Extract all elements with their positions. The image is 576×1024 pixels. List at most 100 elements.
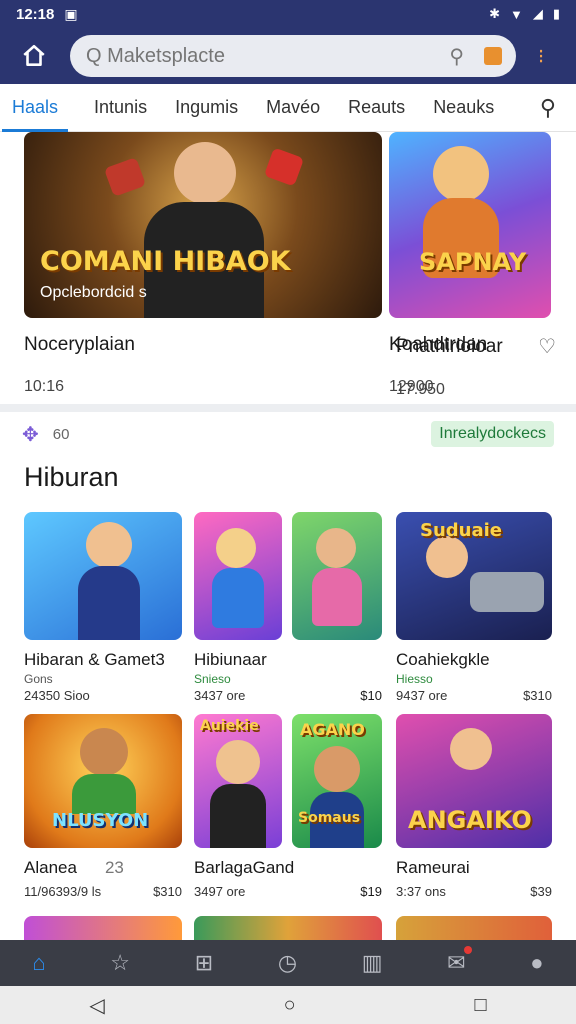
home-button[interactable] — [12, 34, 56, 78]
search-input[interactable] — [86, 44, 442, 68]
status-time: 12:18 — [16, 5, 55, 23]
game-image — [292, 512, 382, 640]
tab-4[interactable]: Reauts — [336, 84, 417, 132]
search-icon[interactable]: ⚲ — [449, 44, 464, 69]
game-meta-row: 3437 ore — [194, 688, 292, 703]
game-price: $10 — [360, 688, 382, 703]
section-title: Hiburan — [24, 462, 119, 492]
game-price: $310 — [523, 688, 552, 703]
game-title: Alanea — [24, 858, 77, 877]
featured-meta: 17.950 — [396, 381, 445, 398]
game-art-subtitle: Somaus — [298, 810, 361, 826]
bluetooth-icon: ✱ — [489, 6, 500, 21]
game-subtitle: Snieso — [194, 672, 231, 686]
game-title: BarlagaGand — [194, 858, 295, 877]
game-card[interactable]: NLUSYON Alanea 23 11/96393/9 ls $310 — [24, 714, 182, 899]
nav-history-icon[interactable]: ◷ — [278, 950, 297, 976]
game-meta: 3437 ore — [194, 688, 246, 703]
tab-0[interactable]: Haals — [0, 84, 70, 132]
back-icon[interactable]: ◁ — [89, 993, 104, 1018]
game-title: Coahiekgkle — [396, 650, 490, 669]
search-tab-icon[interactable]: ⚲ — [540, 95, 556, 121]
tab-2[interactable]: Ingumis — [163, 84, 250, 132]
tab-5[interactable]: Neauks — [421, 84, 506, 132]
featured-art-subtitle: Opclebordcid s — [40, 284, 147, 301]
game-meta-row: 3:37 ons $39 — [396, 884, 552, 899]
featured-meta: 10:16 — [24, 378, 65, 395]
game-meta: 9437 ore — [396, 688, 448, 703]
game-card[interactable]: Suduaie Coahiekgkle Hiesso 9437 ore $310 — [396, 512, 552, 703]
nav-explore-icon[interactable]: ☆ — [110, 950, 130, 976]
nav-book-icon[interactable]: ▥ — [362, 950, 383, 976]
home-icon — [23, 44, 45, 66]
featured-card[interactable]: Pnathirloioar ♡ 17.950 — [396, 334, 556, 399]
tab-label: Ingumis — [175, 97, 239, 117]
search-bar[interactable]: ⚲ — [70, 35, 516, 77]
character-head — [216, 528, 256, 568]
game-meta-row: 11/96393/9 ls $310 — [24, 884, 182, 899]
character-body — [312, 568, 362, 626]
featured-title: Pnathirloioar — [396, 335, 503, 357]
section-header: ✥ 60 Inrealydockecs — [22, 418, 554, 450]
game-art-title: AGANO — [300, 720, 365, 739]
home-circle-icon[interactable]: ○ — [284, 994, 296, 1017]
character-head — [86, 522, 132, 568]
game-title-row: Alanea 23 — [24, 858, 182, 878]
game-price: $310 — [153, 884, 182, 899]
nav-home-icon[interactable]: ⌂ — [32, 950, 45, 976]
app-bar: ⚲ ⁝ — [0, 28, 576, 84]
game-card[interactable]: Hibiunaar Snieso 3437 ore $10 — [194, 512, 382, 703]
game-image: ANGAIKO — [396, 714, 552, 848]
game-image-partial — [396, 916, 552, 940]
game-art-title: NLUSYON — [52, 810, 149, 831]
gamepad-icon: ✥ — [22, 423, 39, 446]
game-card[interactable]: ANGAIKO Rameurai 3:37 ons $39 — [396, 714, 552, 899]
character-head — [216, 740, 260, 784]
game-card[interactable]: Auiekie AGANO Somaus BarlagaGand 3497 or… — [194, 714, 382, 899]
store-icon[interactable] — [484, 47, 502, 65]
tab-label: Neauks — [433, 97, 495, 117]
prop-cup-left — [103, 157, 147, 197]
favorite-heart-icon[interactable]: ♡ — [538, 334, 556, 359]
game-subtitle: Hiesso — [396, 672, 433, 686]
game-meta: 24350 Sioo — [24, 688, 90, 703]
system-navigation: ◁ ○ □ — [0, 986, 576, 1024]
more-options-icon[interactable]: ⁝ — [528, 43, 554, 69]
character-head — [314, 746, 360, 792]
game-meta-row: 24350 Sioo — [24, 688, 182, 703]
gallery-icon: ▣ — [64, 5, 78, 22]
game-image-partial — [194, 916, 382, 940]
character-head — [433, 146, 489, 202]
game-art-title: Suduaie — [420, 520, 503, 541]
featured-image: SAPNAY — [389, 132, 551, 318]
game-meta-row: 9437 ore $310 — [396, 688, 552, 703]
tab-label: Haals — [12, 97, 59, 117]
game-art-title: ANGAIKO — [408, 806, 532, 834]
recents-icon[interactable]: □ — [474, 994, 486, 1017]
game-meta-row: 3497 ore — [194, 884, 304, 899]
game-image: AGANO Somaus — [292, 714, 382, 848]
game-price: $39 — [530, 884, 552, 899]
featured-card[interactable]: COMANI HIBAOK Opclebordcid s Noceryplaia… — [24, 132, 382, 396]
game-meta: 11/96393/9 ls — [24, 884, 102, 899]
section-badge[interactable]: Inrealydockecs — [431, 421, 554, 447]
section-divider — [0, 404, 576, 412]
nav-profile-icon[interactable]: ● — [530, 950, 543, 976]
tab-label: Reauts — [348, 97, 406, 117]
nav-messages-icon[interactable]: ✉ — [447, 946, 473, 976]
status-bar: 12:18 ▣ ✱ ▼ ◢ ▮ — [0, 0, 576, 28]
character-head — [426, 536, 468, 578]
character-body — [78, 566, 140, 640]
featured-image: COMANI HIBAOK Opclebordcid s — [24, 132, 382, 318]
game-image — [194, 512, 282, 640]
game-price: $19 — [360, 884, 382, 899]
car-shape — [470, 572, 544, 612]
character-body — [72, 774, 136, 814]
game-card[interactable]: Hibaran & Gamet3 Gons 24350 Sioo — [24, 512, 182, 703]
nav-library-icon[interactable]: ⊞ — [195, 950, 213, 976]
featured-art-title: SAPNAY — [419, 248, 527, 276]
category-tabs: Haals Intunis Ingumis Mavéo Reauts Neauk… — [0, 84, 576, 132]
tab-1[interactable]: Intunis — [82, 84, 159, 132]
tab-3[interactable]: Mavéo — [254, 84, 332, 132]
game-image-partial — [24, 916, 182, 940]
